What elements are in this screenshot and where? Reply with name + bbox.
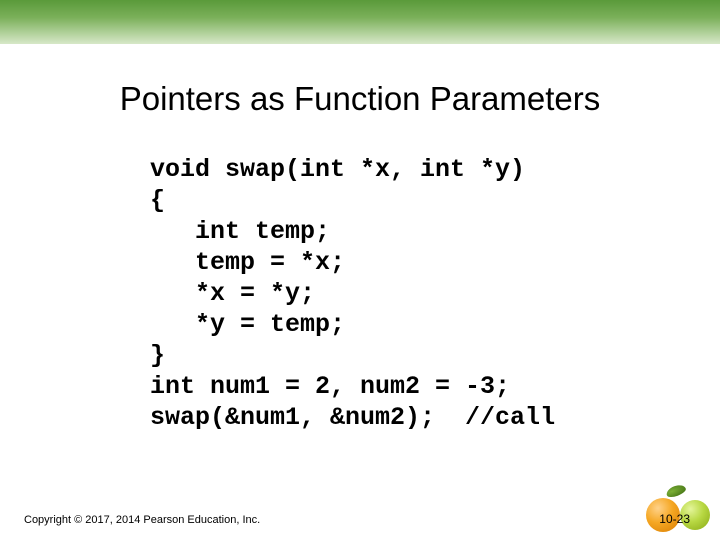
code-line-8: int num1 = 2, num2 = -3; [150,372,510,401]
code-line-1: void swap(int *x, int *y) [150,155,525,184]
slide-number: 10-23 [659,512,690,526]
code-line-6: *y = temp; [150,310,345,339]
top-gradient-band [0,0,720,44]
code-line-2: { [150,186,165,215]
code-line-3: int temp; [150,217,330,246]
code-line-9: swap(&num1, &num2); //call [150,403,555,432]
code-line-5: *x = *y; [150,279,315,308]
code-line-7: } [150,341,165,370]
fruit-decoration [642,486,712,534]
code-block: void swap(int *x, int *y) { int temp; te… [150,154,555,433]
leaf-icon [665,483,687,499]
slide-title: Pointers as Function Parameters [0,80,720,118]
copyright-text: Copyright © 2017, 2014 Pearson Education… [24,514,260,526]
code-line-4: temp = *x; [150,248,345,277]
